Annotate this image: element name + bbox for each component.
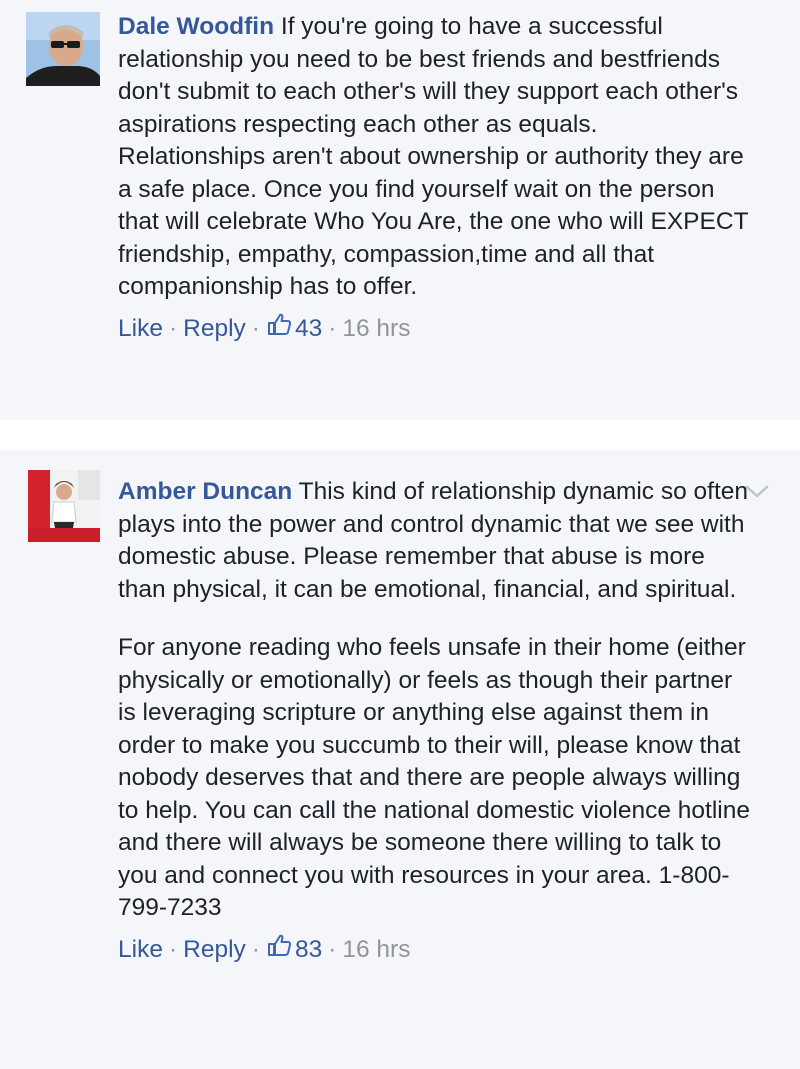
- like-link[interactable]: Like: [118, 934, 163, 966]
- avatar-photo: [26, 12, 100, 86]
- like-count-value: 83: [294, 935, 323, 963]
- author-name[interactable]: Amber Duncan: [118, 478, 292, 505]
- reply-link[interactable]: Reply: [183, 313, 246, 345]
- comment: Dale Woodfin If you're going to have a s…: [0, 0, 800, 420]
- comment-actions: Like · Reply · 43 · 16 hrs: [118, 312, 410, 345]
- comment-paragraph: Dale Woodfin If you're going to have a s…: [118, 11, 750, 304]
- timestamp[interactable]: 16 hrs: [342, 313, 410, 345]
- comment-actions: Like · Reply · 83 · 16 hrs: [118, 933, 410, 966]
- like-count-value: 43: [294, 314, 323, 342]
- timestamp[interactable]: 16 hrs: [342, 934, 410, 966]
- separator: ·: [168, 314, 178, 342]
- author-name[interactable]: Dale Woodfin: [118, 13, 274, 40]
- avatar[interactable]: [26, 12, 100, 86]
- separator: ·: [251, 314, 260, 342]
- comment-text: If you're going to have a successful rel…: [118, 13, 749, 300]
- avatar[interactable]: [28, 470, 100, 542]
- comment-paragraph: Amber Duncan This kind of relationship d…: [118, 476, 750, 606]
- comment-body: Amber Duncan This kind of relationship d…: [118, 476, 750, 925]
- like-link[interactable]: Like: [118, 313, 163, 345]
- like-count[interactable]: 43: [266, 312, 322, 345]
- separator: ·: [168, 935, 178, 963]
- reply-link[interactable]: Reply: [183, 934, 246, 966]
- avatar-photo: [28, 470, 100, 542]
- thumbs-up-icon: [266, 933, 295, 966]
- comment: Amber Duncan This kind of relationship d…: [0, 450, 800, 1069]
- separator: ·: [251, 935, 260, 963]
- chevron-down-icon[interactable]: [744, 484, 770, 505]
- separator: ·: [328, 314, 337, 342]
- like-count[interactable]: 83: [266, 933, 322, 966]
- comment-paragraph: For anyone reading who feels unsafe in t…: [118, 634, 750, 921]
- comment-body: Dale Woodfin If you're going to have a s…: [118, 11, 750, 304]
- thumbs-up-icon: [266, 312, 295, 345]
- separator: ·: [328, 935, 337, 963]
